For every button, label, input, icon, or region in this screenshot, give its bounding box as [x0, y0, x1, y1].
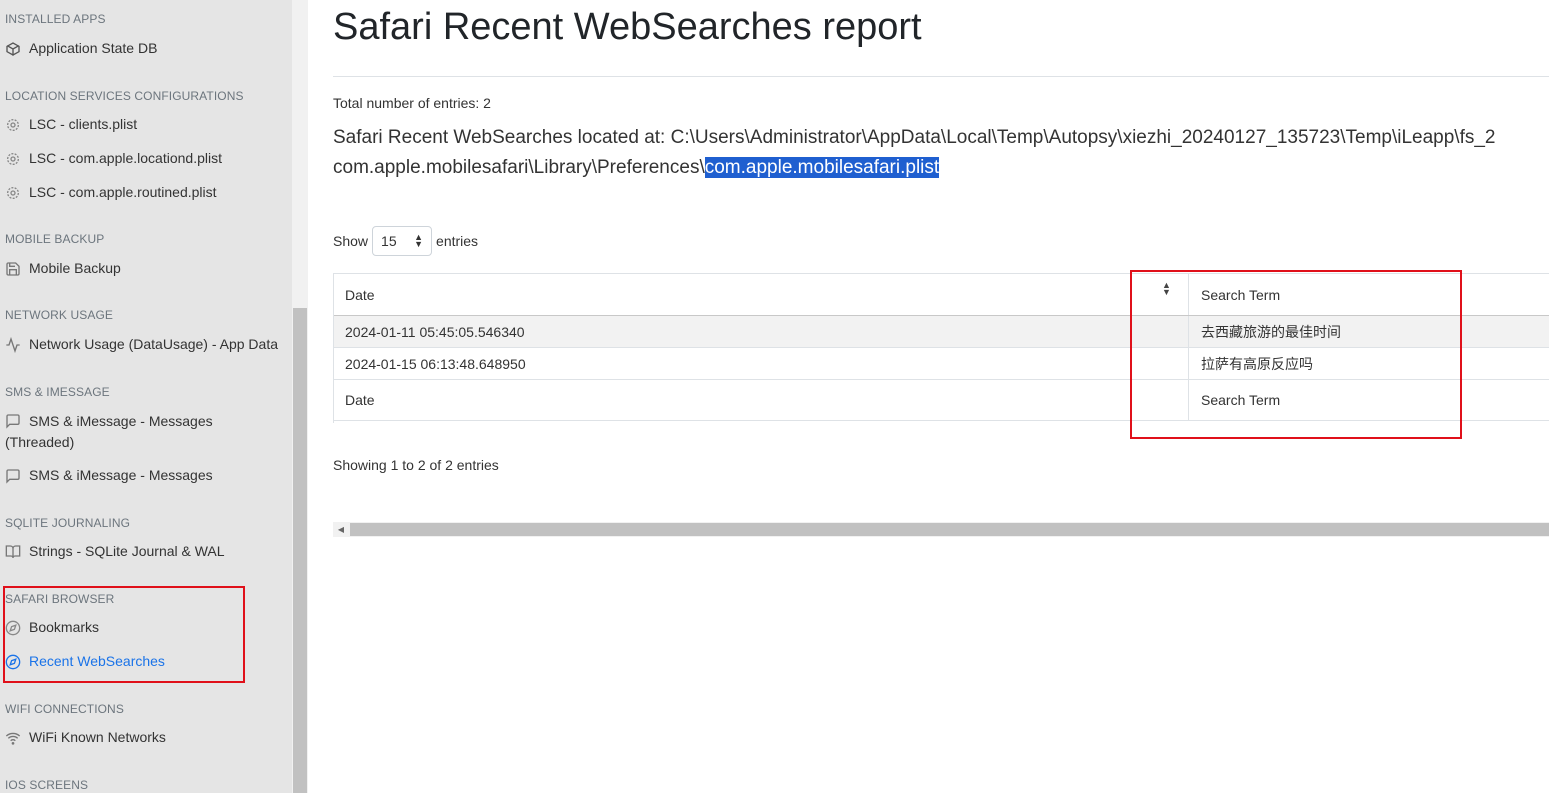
section-heading-ios-screens: IOS SCREENS: [5, 778, 89, 792]
entries-label: entries: [436, 233, 479, 249]
gear-icon: [7, 187, 19, 199]
page-length-control: Show 15 ▲ ▼ entries: [333, 226, 478, 256]
source-path-prefix: com.apple.mobilesafari\Library\Preferenc…: [333, 157, 705, 178]
sidebar-item-sms-threaded[interactable]: SMS & iMessage - Messages (Threaded): [5, 410, 235, 453]
cell-date: 2024-01-11 05:45:05.546340: [333, 315, 1189, 348]
show-label: Show: [333, 233, 369, 249]
sidebar-item-lsc-routined[interactable]: LSC - com.apple.routined.plist: [5, 182, 285, 203]
section-heading-network-usage: NETWORK USAGE: [5, 308, 113, 322]
source-location: Safari Recent WebSearches located at: C:…: [333, 123, 1496, 183]
footer-date: Date: [333, 379, 1189, 421]
table-row: 2024-01-15 06:13:48.648950 拉萨有高原反应吗: [333, 347, 1549, 380]
section-heading-sms-imessage: SMS & IMESSAGE: [5, 385, 110, 399]
compass-icon: [5, 654, 21, 670]
source-path-line-2: com.apple.mobilesafari\Library\Preferenc…: [333, 153, 1496, 183]
sidebar-item-sqlite-strings[interactable]: Strings - SQLite Journal & WAL: [5, 541, 285, 562]
sidebar-item-sms-messages[interactable]: SMS & iMessage - Messages: [5, 465, 285, 486]
source-path-selected: com.apple.mobilesafari.plist: [704, 157, 940, 178]
sidebar-item-mobile-backup[interactable]: Mobile Backup: [5, 258, 285, 279]
sidebar-item-lsc-locationd[interactable]: LSC - com.apple.locationd.plist: [5, 148, 285, 169]
table-header-row: Date Search Term: [333, 273, 1549, 316]
scroll-left-icon[interactable]: ◀: [333, 522, 349, 537]
page-title: Safari Recent WebSearches report: [333, 6, 922, 48]
gear-icon: [7, 153, 19, 165]
wifi-icon: [5, 732, 21, 745]
title-divider: [333, 76, 1549, 77]
cell-search-term: 拉萨有高原反应吗: [1188, 347, 1549, 380]
section-heading-wifi-connections: WIFI CONNECTIONS: [5, 702, 124, 716]
websearches-table: Date Search Term 2024-01-11 05:45:05.546…: [333, 273, 1549, 421]
page-length-select[interactable]: 15 ▲ ▼: [372, 226, 433, 256]
page-length-value: 15: [381, 233, 397, 249]
sidebar-item-network-usage[interactable]: Network Usage (DataUsage) - App Data: [5, 334, 285, 355]
cell-search-term: 去西藏旅游的最佳时间: [1188, 315, 1549, 348]
sidebar: INSTALLED APPS Application State DB LOCA…: [0, 0, 292, 793]
section-heading-mobile-backup: MOBILE BACKUP: [5, 232, 105, 246]
table-footer-row: Date Search Term: [333, 379, 1549, 421]
horizontal-scrollbar-thumb[interactable]: [350, 523, 1549, 536]
sidebar-item-application-state-db[interactable]: Application State DB: [5, 38, 285, 59]
table-row: 2024-01-11 05:45:05.546340 去西藏旅游的最佳时间: [333, 315, 1549, 348]
column-header-search-term[interactable]: Search Term: [1188, 273, 1549, 316]
sidebar-item-bookmarks[interactable]: Bookmarks: [5, 617, 285, 638]
horizontal-scrollbar[interactable]: ◀: [333, 522, 1549, 537]
package-icon: [6, 42, 20, 56]
sidebar-item-recent-websearches[interactable]: Recent WebSearches: [5, 651, 285, 672]
footer-search-term: Search Term: [1188, 379, 1549, 421]
message-square-icon: [6, 469, 20, 484]
activity-icon: [6, 337, 20, 353]
save-icon: [6, 262, 20, 276]
section-heading-safari-browser: SAFARI BROWSER: [5, 592, 115, 606]
source-path-line-1: Safari Recent WebSearches located at: C:…: [333, 127, 1496, 148]
section-heading-location-services: LOCATION SERVICES CONFIGURATIONS: [5, 89, 244, 103]
sort-icon[interactable]: ▲ ▼: [1162, 281, 1171, 297]
sidebar-item-lsc-clients[interactable]: LSC - clients.plist: [5, 114, 285, 135]
select-arrows-icon: ▲ ▼: [414, 232, 424, 249]
sidebar-scrollbar-thumb[interactable]: [293, 308, 307, 793]
main-content: Safari Recent WebSearches report Total n…: [308, 0, 1549, 793]
total-entries: Total number of entries: 2: [333, 95, 491, 111]
table-left-border: [333, 273, 334, 423]
gear-icon: [7, 119, 19, 131]
compass-icon: [5, 620, 21, 636]
message-square-icon: [6, 414, 20, 429]
cell-date: 2024-01-15 06:13:48.648950: [333, 347, 1189, 380]
table-info: Showing 1 to 2 of 2 entries: [333, 457, 499, 473]
book-open-icon: [5, 545, 21, 559]
section-heading-installed-apps: INSTALLED APPS: [5, 12, 106, 26]
sidebar-item-wifi-known-networks[interactable]: WiFi Known Networks: [5, 727, 285, 748]
section-heading-sqlite-journaling: SQLITE JOURNALING: [5, 516, 131, 530]
column-header-date[interactable]: Date: [333, 273, 1189, 316]
